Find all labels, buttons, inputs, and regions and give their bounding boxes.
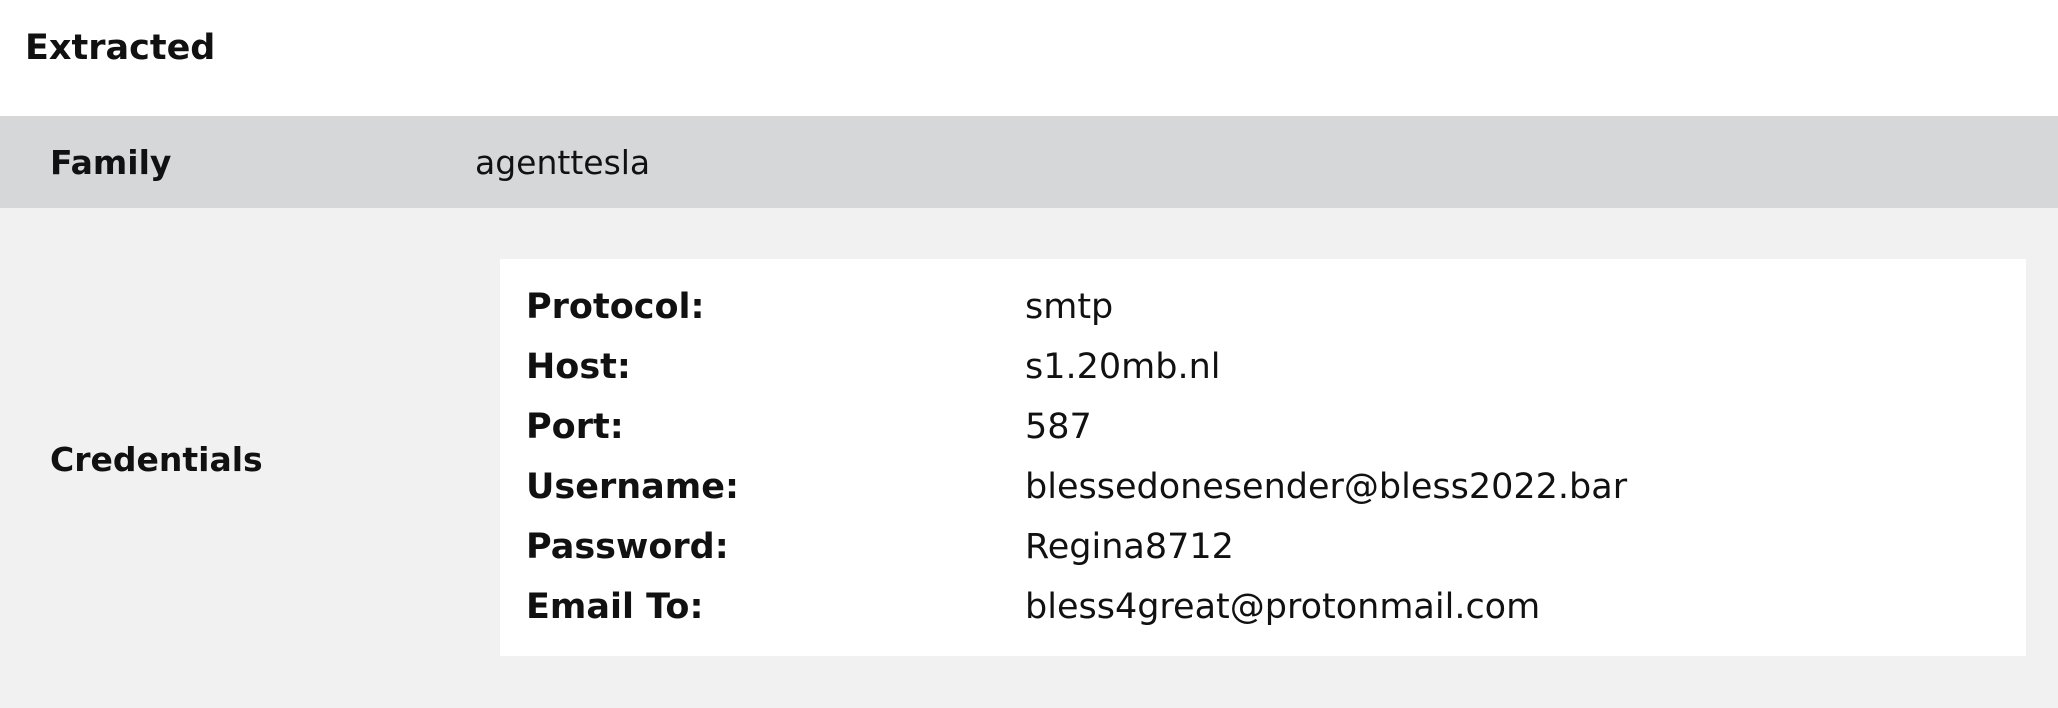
family-value: agenttesla <box>475 143 651 182</box>
credential-password: Password: Regina8712 <box>500 527 2026 587</box>
credential-value: smtp <box>1025 287 1114 327</box>
family-row: Family agenttesla <box>0 116 2058 208</box>
credential-value: bless4great@protonmail.com <box>1025 587 1541 627</box>
family-label: Family <box>50 143 172 182</box>
credential-port: Port: 587 <box>500 407 2026 467</box>
credential-protocol: Protocol: smtp <box>500 287 2026 347</box>
credential-key: Protocol: <box>526 287 705 327</box>
credential-key: Password: <box>526 527 729 567</box>
credential-key: Username: <box>526 467 739 507</box>
credential-key: Port: <box>526 407 624 447</box>
credential-key: Email To: <box>526 587 704 627</box>
credentials-label: Credentials <box>50 440 263 479</box>
credential-value: 587 <box>1025 407 1092 447</box>
credential-host: Host: s1.20mb.nl <box>500 347 2026 407</box>
extracted-panel: Extracted Family agenttesla Credentials … <box>0 0 2058 708</box>
credentials-row: Credentials Protocol: smtp Host: s1.20mb… <box>0 208 2058 708</box>
credential-email-to: Email To: bless4great@protonmail.com <box>500 587 2026 647</box>
credentials-box: Protocol: smtp Host: s1.20mb.nl Port: 58… <box>500 259 2026 656</box>
credential-value: Regina8712 <box>1025 527 1234 567</box>
credential-username: Username: blessedonesender@bless2022.bar <box>500 467 2026 527</box>
credential-value: blessedonesender@bless2022.bar <box>1025 467 1628 507</box>
credential-key: Host: <box>526 347 631 387</box>
section-title: Extracted <box>25 28 216 68</box>
credential-value: s1.20mb.nl <box>1025 347 1221 387</box>
